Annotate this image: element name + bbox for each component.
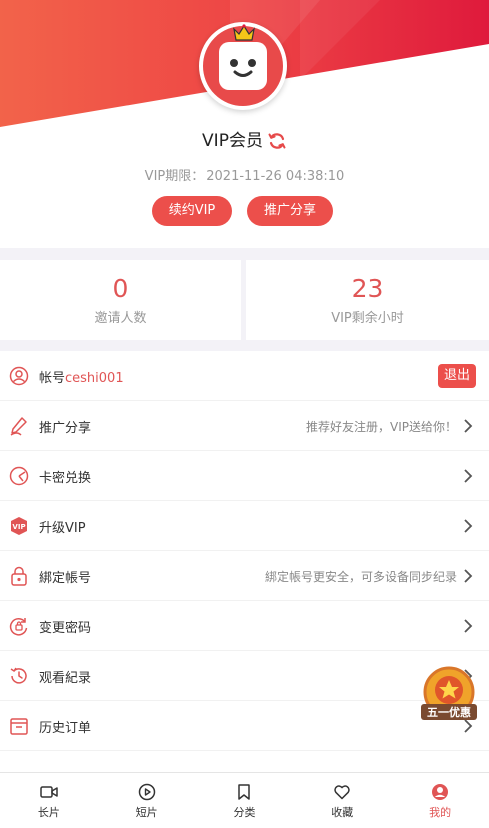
menu-row-order-history[interactable]: 历史订单 xyxy=(0,701,489,751)
account-label: 帐号ceshi001 xyxy=(39,367,124,386)
crown-icon xyxy=(233,24,255,41)
menu-row-watch-history[interactable]: 观看紀录 xyxy=(0,651,489,701)
menu-label: 历史订单 xyxy=(39,721,92,736)
vip-icon: VIP xyxy=(11,517,27,535)
stats-panel: 0 邀请人数 23 VIP剩余小时 xyxy=(0,260,489,340)
menu-row-change-password[interactable]: 变更密码 xyxy=(0,601,489,651)
promo-badge-label: 五一优惠 xyxy=(427,705,471,719)
menu-row-bind-account[interactable]: 綁定帳号 綁定帳号更安全，可多设备同步纪录 xyxy=(0,551,489,601)
tab-label: 收藏 xyxy=(331,806,354,819)
bottom-tab-bar: 长片 短片 分类 收藏 我的 xyxy=(0,772,489,828)
tab-label: 我的 xyxy=(429,806,452,819)
menu-label: 变更密码 xyxy=(39,621,92,636)
stat-vip-hours-value: 23 xyxy=(351,274,384,303)
menu-label: 观看紀录 xyxy=(39,671,92,686)
vip-expire-value: 2021-11-26 04:38:10 xyxy=(206,169,345,184)
history-icon xyxy=(10,667,27,684)
password-icon xyxy=(9,618,28,636)
video-camera-icon xyxy=(40,786,58,798)
lock-icon xyxy=(11,566,27,586)
chevron-right-icon xyxy=(464,619,473,633)
account-name: ceshi001 xyxy=(65,371,124,386)
menu-label: 升级VIP xyxy=(39,521,86,536)
tab-long-video[interactable]: 长片 xyxy=(0,773,98,828)
menu-row-upgrade-vip[interactable]: VIP 升级VIP xyxy=(0,501,489,551)
user-icon xyxy=(432,784,449,800)
profile-header: VIP会员 VIP期限： 2021-11-26 04:38:10 续约VIP 推广… xyxy=(0,0,489,248)
menu-row-card-redeem[interactable]: 卡密兑换 xyxy=(0,451,489,501)
tab-label: 分类 xyxy=(233,806,256,819)
menu-label: 卡密兑换 xyxy=(39,471,92,486)
robot-face-icon xyxy=(230,59,256,77)
vip-expire-label: VIP期限： xyxy=(144,169,205,184)
stat-vip-hours: 23 VIP剩余小时 xyxy=(246,260,489,340)
vip-expire: VIP期限： 2021-11-26 04:38:10 xyxy=(0,165,489,184)
card-icon xyxy=(9,466,29,486)
tab-category[interactable]: 分类 xyxy=(196,773,294,828)
avatar-face xyxy=(219,42,267,90)
bookmark-icon xyxy=(238,784,251,800)
tab-favorites[interactable]: 收藏 xyxy=(293,773,391,828)
renew-vip-button[interactable]: 续约VIP xyxy=(152,196,232,226)
menu-label: 綁定帳号 xyxy=(39,571,92,586)
tab-mine[interactable]: 我的 xyxy=(391,773,489,828)
pen-icon xyxy=(10,417,27,436)
tab-label: 短片 xyxy=(135,806,158,819)
chevron-right-icon xyxy=(464,419,473,433)
menu-hint: 綁定帳号更安全，可多设备同步纪录 xyxy=(264,570,457,584)
account-prefix: 帐号 xyxy=(39,371,66,386)
vip-title-text: VIP会员 xyxy=(202,131,263,151)
chevron-right-icon xyxy=(464,469,473,483)
tab-short-video[interactable]: 短片 xyxy=(98,773,196,828)
chevron-right-icon xyxy=(464,519,473,533)
promo-share-button[interactable]: 推广分享 xyxy=(247,196,333,226)
play-circle-icon xyxy=(138,783,155,801)
menu-label: 推广分享 xyxy=(39,421,92,436)
stat-invites-value: 0 xyxy=(112,274,129,303)
promo-badge[interactable]: 五一优惠 xyxy=(419,664,479,726)
stat-vip-hours-label: VIP剩余小时 xyxy=(331,311,404,326)
menu-hint: 推荐好友注册，VIP送给你！ xyxy=(306,420,457,434)
menu-row-promo[interactable]: 推广分享 推荐好友注册，VIP送给你！ xyxy=(0,401,489,451)
chevron-right-icon xyxy=(464,569,473,583)
heart-icon xyxy=(334,785,350,800)
tab-label: 长片 xyxy=(37,806,60,819)
svg-text:VIP: VIP xyxy=(12,523,25,531)
stat-invites: 0 邀请人数 xyxy=(0,260,241,340)
order-icon xyxy=(10,718,28,735)
menu-row-account: 帐号ceshi001 退出 xyxy=(0,351,489,401)
stat-invites-label: 邀请人数 xyxy=(94,311,147,326)
logout-button[interactable]: 退出 xyxy=(438,364,476,388)
settings-menu: 帐号ceshi001 退出 推广分享 推荐好友注册，VIP送给你！ 卡密兑换 V… xyxy=(0,351,489,801)
user-circle-icon xyxy=(9,366,29,386)
refresh-icon[interactable] xyxy=(267,131,287,151)
vip-title: VIP会员 xyxy=(0,126,489,151)
